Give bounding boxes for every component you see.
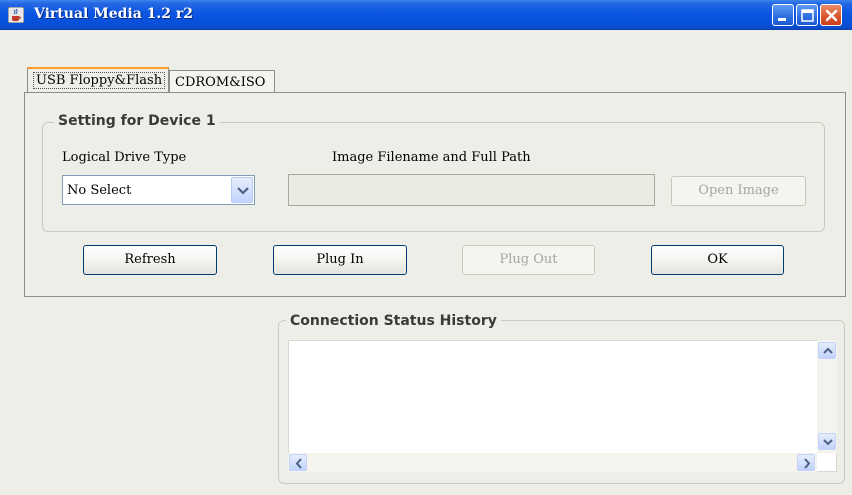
close-button[interactable] — [820, 4, 842, 26]
refresh-button[interactable]: Refresh — [83, 245, 217, 275]
chevron-left-icon — [295, 458, 302, 469]
tab-usb-floppy-flash[interactable]: USB Floppy&Flash — [27, 67, 169, 92]
minimize-button[interactable] — [772, 4, 794, 26]
drive-type-label: Logical Drive Type — [62, 150, 187, 165]
image-path-field — [288, 174, 655, 206]
status-group-title: Connection Status History — [286, 313, 501, 329]
dropdown-button[interactable] — [231, 177, 253, 203]
plug-out-button: Plug Out — [462, 245, 595, 275]
tab-cdrom-iso[interactable]: CDROM&ISO — [169, 70, 275, 92]
drive-type-value: No Select — [67, 183, 132, 198]
horizontal-scrollbar[interactable] — [288, 453, 817, 472]
window-title: Virtual Media 1.2 r2 — [34, 6, 194, 22]
chevron-right-icon — [804, 458, 811, 469]
chevron-up-icon — [823, 347, 833, 354]
tab-label: CDROM&ISO — [175, 75, 266, 90]
scroll-right-button[interactable] — [797, 454, 815, 471]
drive-type-select[interactable]: No Select — [62, 175, 255, 205]
open-image-button: Open Image — [671, 176, 806, 206]
maximize-button[interactable] — [796, 4, 818, 26]
scroll-up-button[interactable] — [818, 342, 836, 359]
close-icon — [825, 9, 838, 22]
vertical-scrollbar[interactable] — [817, 340, 837, 453]
image-path-label: Image Filename and Full Path — [332, 150, 531, 165]
chevron-down-icon — [823, 439, 833, 446]
ok-button[interactable]: OK — [651, 245, 784, 275]
device-group-title: Setting for Device 1 — [54, 113, 220, 129]
title-bar[interactable]: Virtual Media 1.2 r2 — [0, 0, 852, 30]
tab-label: USB Floppy&Flash — [33, 72, 166, 89]
chevron-down-icon — [237, 187, 249, 195]
maximize-icon — [801, 9, 814, 22]
minimize-icon — [778, 18, 786, 21]
scroll-left-button[interactable] — [289, 454, 307, 471]
plug-in-button[interactable]: Plug In — [273, 245, 407, 275]
java-cup-icon — [8, 7, 24, 23]
scroll-down-button[interactable] — [818, 433, 836, 450]
